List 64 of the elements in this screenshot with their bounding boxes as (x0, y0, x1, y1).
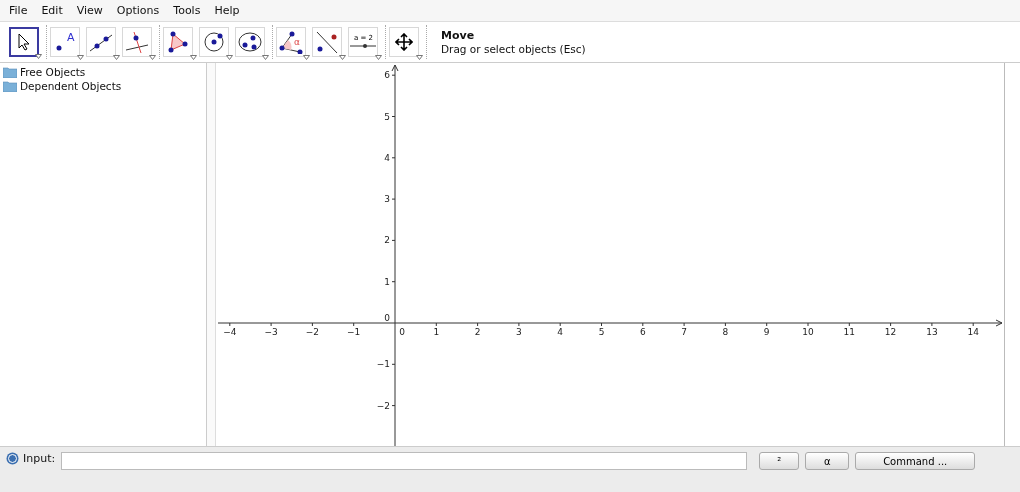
axis-tick-label: −1 (376, 359, 390, 370)
circle-icon (201, 30, 227, 55)
axis-tick-label: 6 (384, 70, 390, 81)
axis-tick-label: 6 (639, 327, 646, 338)
axis-tick-label: 5 (384, 111, 390, 122)
graphics-view[interactable]: −4 −3 −2 −1 0 1 2 3 4 5 6 7 8 9 10 11 12 13 14 6 5 4 3 2 1 0 −1 −2 (216, 63, 1005, 447)
dropdown-button[interactable]: Command ... (855, 452, 976, 471)
axis-tick-label: 1 (384, 277, 390, 288)
axis-tick-label: 3 (384, 194, 390, 205)
move-arrows-icon (395, 33, 413, 52)
axis-tick-label: 0 (399, 327, 405, 338)
axis-tick-label: 9 (763, 327, 770, 338)
axis-tick-label: −3 (264, 327, 278, 338)
axis-tick-label: 2 (474, 327, 481, 338)
dropdown-triangle-icon (339, 55, 346, 61)
dropdown-triangle-icon (35, 54, 42, 60)
dropdown-triangle-icon (303, 55, 310, 61)
axis-tick-label: −2 (305, 327, 320, 338)
axis-tick-label: 10 (802, 327, 814, 338)
folder-label[interactable]: Free Objects (20, 66, 86, 79)
dropdown-triangle-icon (149, 55, 156, 61)
axis-tick-label: 2 (384, 235, 390, 246)
menu-item[interactable]: Options (109, 3, 167, 17)
menu-item[interactable]: Help (207, 3, 247, 17)
input-field[interactable] (61, 452, 748, 471)
dropdown-triangle-icon (77, 55, 84, 61)
menu-item[interactable]: Edit (34, 3, 70, 17)
axis-tick-label: 5 (598, 327, 605, 338)
axis-tick-label: 13 (926, 327, 938, 338)
menu-item[interactable]: View (69, 3, 110, 17)
ellipse-icon (237, 30, 263, 55)
dropdown-triangle-icon (113, 55, 120, 61)
axis-tick-label: 8 (722, 327, 729, 338)
menu-item[interactable]: File (2, 3, 35, 17)
axis-tick-label: 4 (557, 327, 564, 338)
reflect-icon (314, 30, 340, 55)
axis-tick-label: 3 (516, 327, 522, 338)
axis-tick-label: 1 (433, 327, 440, 338)
axis-tick-label: −4 (223, 327, 237, 338)
tool-title: Move (441, 29, 476, 43)
tool-help-text: Drag or select objects (Esc) (441, 43, 586, 56)
cursor-icon (17, 33, 31, 52)
dropdown-button[interactable]: α (805, 452, 850, 471)
axis-tick-label: 14 (967, 327, 979, 338)
menu-item[interactable]: Tools (166, 3, 208, 17)
axis-tick-label: −1 (347, 327, 361, 338)
axis-tick-label: 0 (384, 313, 390, 324)
folder-icon (3, 80, 17, 92)
input-label: Input: (23, 452, 56, 466)
dropdown-triangle-icon (375, 55, 382, 61)
axis-tick-label: 4 (384, 153, 390, 164)
dropdown-triangle-icon (262, 55, 269, 61)
folder-label[interactable]: Dependent Objects (20, 80, 122, 93)
axis-tick-label: 11 (843, 327, 856, 338)
folder-icon (3, 66, 17, 78)
dropdown-triangle-icon (416, 55, 423, 61)
perpendicular-line-icon (124, 30, 150, 55)
axis-tick-label: 12 (884, 327, 897, 338)
axis-tick-label: −2 (376, 400, 390, 411)
dropdown-button[interactable]: ² (759, 452, 800, 471)
dropdown-triangle-icon (190, 55, 197, 61)
axis-tick-label: 7 (681, 327, 687, 338)
tool-button[interactable] (9, 27, 39, 58)
dropdown-triangle-icon (226, 55, 233, 61)
